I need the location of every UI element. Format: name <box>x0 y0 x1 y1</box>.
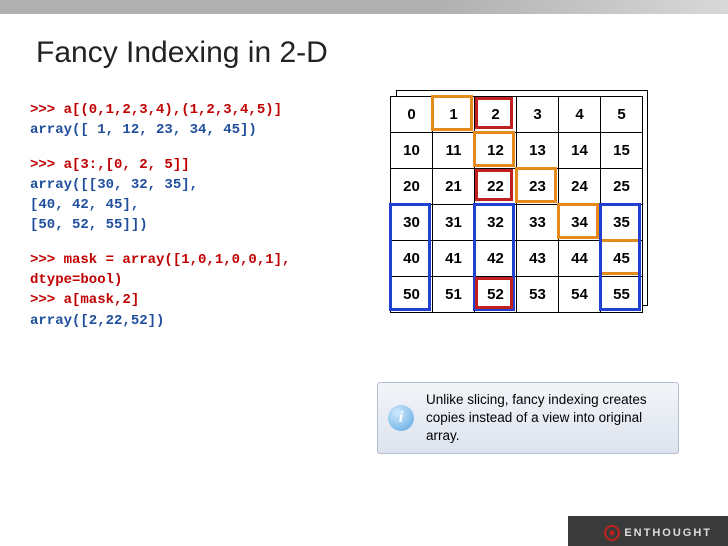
cell: 45 <box>601 241 643 277</box>
cell: 22 <box>475 169 517 205</box>
cell: 41 <box>433 241 475 277</box>
cell: 53 <box>517 277 559 313</box>
cell: 32 <box>475 205 517 241</box>
code-line: array([[30, 32, 35], <box>30 175 380 195</box>
code-line: >>> a[mask,2] <box>30 290 380 310</box>
cell: 30 <box>391 205 433 241</box>
code-line: [50, 52, 55]]) <box>30 215 380 235</box>
code-line: >>> a[3:,[0, 2, 5]] <box>30 155 380 175</box>
spacer <box>30 141 380 155</box>
cell: 51 <box>433 277 475 313</box>
array-grid-wrap: 0 1 2 3 4 5 10 11 12 13 14 15 20 21 22 2… <box>390 96 643 331</box>
cell: 25 <box>601 169 643 205</box>
cell: 33 <box>517 205 559 241</box>
code-line: dtype=bool) <box>30 270 380 290</box>
info-text: Unlike slicing, fancy indexing creates c… <box>426 391 668 446</box>
cell: 43 <box>517 241 559 277</box>
info-note: i Unlike slicing, fancy indexing creates… <box>377 382 679 454</box>
cell: 3 <box>517 97 559 133</box>
cell: 35 <box>601 205 643 241</box>
cell: 1 <box>433 97 475 133</box>
cell: 10 <box>391 133 433 169</box>
cell: 14 <box>559 133 601 169</box>
cell: 13 <box>517 133 559 169</box>
cell: 11 <box>433 133 475 169</box>
content-area: >>> a[(0,1,2,3,4),(1,2,3,4,5)] array([ 1… <box>0 100 728 331</box>
code-line: >>> a[(0,1,2,3,4),(1,2,3,4,5)] <box>30 100 380 120</box>
spacer <box>30 236 380 250</box>
code-line: [40, 42, 45], <box>30 195 380 215</box>
info-icon: i <box>388 405 414 431</box>
cell: 55 <box>601 277 643 313</box>
cell: 44 <box>559 241 601 277</box>
cell: 23 <box>517 169 559 205</box>
code-line: array([ 1, 12, 23, 34, 45]) <box>30 120 380 140</box>
table-row: 40 41 42 43 44 45 <box>391 241 643 277</box>
table-row: 20 21 22 23 24 25 <box>391 169 643 205</box>
slide-title: Fancy Indexing in 2-D <box>36 36 728 70</box>
brand-mark-icon <box>604 525 620 541</box>
table-row: 30 31 32 33 34 35 <box>391 205 643 241</box>
cell: 50 <box>391 277 433 313</box>
cell: 15 <box>601 133 643 169</box>
brand-logo: ENTHOUGHT <box>604 525 712 541</box>
cell: 24 <box>559 169 601 205</box>
cell: 40 <box>391 241 433 277</box>
table-row: 50 51 52 53 54 55 <box>391 277 643 313</box>
cell: 0 <box>391 97 433 133</box>
footer-bar: ENTHOUGHT <box>0 516 728 546</box>
table-row: 10 11 12 13 14 15 <box>391 133 643 169</box>
brand-text: ENTHOUGHT <box>624 527 712 539</box>
array-grid: 0 1 2 3 4 5 10 11 12 13 14 15 20 21 22 2… <box>390 96 643 313</box>
cell: 34 <box>559 205 601 241</box>
cell: 54 <box>559 277 601 313</box>
cell: 42 <box>475 241 517 277</box>
cell: 20 <box>391 169 433 205</box>
cell: 2 <box>475 97 517 133</box>
cell: 21 <box>433 169 475 205</box>
code-line: array([2,22,52]) <box>30 311 380 331</box>
code-block: >>> a[(0,1,2,3,4),(1,2,3,4,5)] array([ 1… <box>30 100 380 331</box>
cell: 12 <box>475 133 517 169</box>
table-row: 0 1 2 3 4 5 <box>391 97 643 133</box>
cell: 31 <box>433 205 475 241</box>
top-accent-bar <box>0 0 728 14</box>
cell: 4 <box>559 97 601 133</box>
cell: 5 <box>601 97 643 133</box>
cell: 52 <box>475 277 517 313</box>
code-line: >>> mask = array([1,0,1,0,0,1], <box>30 250 380 270</box>
